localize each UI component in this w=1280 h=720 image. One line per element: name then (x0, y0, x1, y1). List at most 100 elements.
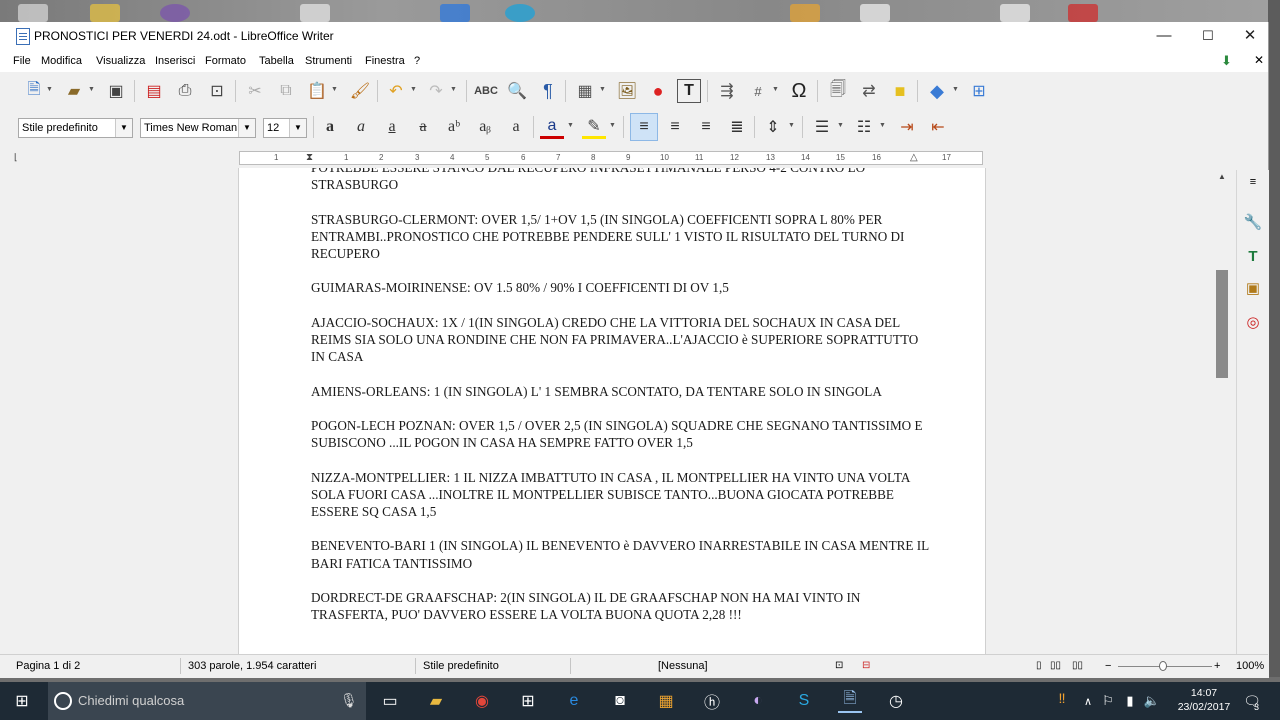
chevron-down-icon[interactable]: ▼ (567, 119, 575, 133)
desktop-icon[interactable] (90, 4, 120, 22)
document-body[interactable]: POTREBBE ESSERE STANCO DAL RECUPERO INFR… (311, 168, 931, 641)
bullet-list-icon[interactable]: ☰ (810, 115, 834, 139)
clone-formatting-icon[interactable]: 🖌 (348, 79, 372, 103)
wifi-icon[interactable]: ▮ (1118, 689, 1142, 713)
undo-icon[interactable]: ↶ (384, 79, 408, 103)
skype-icon[interactable]: S (792, 689, 816, 713)
font-color-icon[interactable]: a (540, 115, 564, 139)
action-center-icon[interactable]: 🗨 (1240, 689, 1264, 713)
numbered-list-icon[interactable]: ☷ (852, 115, 876, 139)
open-folder-icon[interactable]: ▰ (62, 79, 86, 103)
basic-shapes-icon[interactable]: ◆ (925, 79, 949, 103)
insert-footnote-icon[interactable]: ⇄ (857, 79, 881, 103)
eclipse-app-icon[interactable]: ◐ (746, 689, 770, 713)
horizontal-ruler[interactable]: 1 ⧗ 1 2 3 4 5 6 7 8 9 10 11 12 13 14 15 … (239, 151, 983, 165)
word-count[interactable]: 303 parole, 1.954 caratteri (188, 660, 316, 672)
chevron-down-icon[interactable]: ▼ (88, 83, 96, 97)
alert-app-icon[interactable]: ‼ (1050, 686, 1074, 710)
menu-tabella[interactable]: Tabella (259, 55, 294, 67)
desktop-icon[interactable] (1000, 4, 1030, 22)
redo-icon[interactable]: ↷ (424, 79, 448, 103)
new-document-icon[interactable]: 🗎 (22, 79, 46, 103)
desktop-icon[interactable] (860, 4, 890, 22)
decrease-indent-icon[interactable]: ⇤ (926, 115, 950, 139)
page-count[interactable]: Pagina 1 di 2 (16, 660, 80, 672)
print-icon[interactable]: ⎙ (173, 79, 197, 103)
file-explorer-icon[interactable]: ▰ (424, 689, 448, 713)
chevron-down-icon[interactable]: ▼ (238, 119, 255, 137)
paragraph[interactable]: DORDRECT-DE GRAAFSCHAP: 2(IN SINGOLA) IL… (311, 589, 931, 623)
chevron-down-icon[interactable]: ▼ (952, 83, 960, 97)
chevron-down-icon[interactable]: ▼ (115, 119, 132, 137)
chevron-down-icon[interactable]: ▼ (450, 83, 458, 97)
chevron-down-icon[interactable]: ▼ (599, 83, 607, 97)
menu-inserisci[interactable]: Inserisci (155, 55, 195, 67)
chevron-down-icon[interactable]: ▼ (331, 83, 339, 97)
paragraph-style-select[interactable]: Stile predefinito ▼ (18, 118, 133, 138)
insert-hyperlink-icon[interactable]: 🗐 (826, 79, 850, 103)
scroll-up-icon[interactable]: ▲ (1214, 170, 1230, 184)
page-style[interactable]: Stile predefinito (423, 660, 499, 672)
show-draw-functions-icon[interactable]: ⊞ (967, 79, 991, 103)
italic-icon[interactable]: a (349, 115, 373, 139)
menu-formato[interactable]: Formato (205, 55, 246, 67)
close-document-icon[interactable]: ✕ (1254, 53, 1264, 67)
save-icon[interactable]: ▣ (104, 79, 128, 103)
menu-help[interactable]: ? (414, 55, 420, 67)
media-app-icon[interactable]: ◙ (608, 689, 632, 713)
scrollbar-thumb[interactable] (1216, 270, 1228, 378)
insert-text-box-icon[interactable]: T (677, 79, 701, 103)
highlight-color-icon[interactable]: ✎ (582, 115, 606, 139)
special-character-icon[interactable]: Ω (787, 79, 811, 103)
chevron-down-icon[interactable]: ▼ (879, 119, 887, 133)
chevron-down-icon[interactable]: ▼ (410, 83, 418, 97)
indent-marker-icon[interactable]: ⧗ (306, 152, 313, 163)
chevron-down-icon[interactable]: ▼ (46, 83, 54, 97)
volume-icon[interactable]: 🔈 (1140, 689, 1164, 713)
chevron-down-icon[interactable]: ▼ (609, 119, 617, 133)
chevron-down-icon[interactable]: ▼ (837, 119, 845, 133)
chevron-down-icon[interactable]: ▼ (788, 119, 796, 133)
book-view-icon[interactable]: ▯▯ (1072, 660, 1083, 671)
desktop-icon[interactable] (440, 4, 470, 22)
task-view-icon[interactable]: ▭ (378, 689, 402, 713)
underline-icon[interactable]: a (380, 115, 404, 139)
chrome-icon[interactable]: ◉ (470, 689, 494, 713)
paragraph[interactable]: STRASBURGO-CLERMONT: OVER 1,5/ 1+OV 1,5 … (311, 211, 931, 263)
windows-start-icon[interactable]: ⊞ (10, 689, 34, 713)
insert-table-icon[interactable]: ▦ (573, 79, 597, 103)
zoom-slider-handle[interactable] (1159, 661, 1167, 671)
maximize-button[interactable]: ☐ (1186, 22, 1230, 50)
paragraph[interactable]: NIZZA-MONTPELLIER: 1 IL NIZZA IMBATTUTO … (311, 469, 931, 521)
align-right-icon[interactable]: ≡ (694, 115, 718, 139)
vertical-scrollbar[interactable]: ▲ ▼ (1214, 170, 1230, 678)
menu-modifica[interactable]: Modifica (41, 55, 82, 67)
styles-icon[interactable]: T (1241, 244, 1265, 268)
spelling-icon[interactable]: ABC (474, 79, 498, 103)
align-center-icon[interactable]: ≡ (663, 115, 687, 139)
insert-comment-icon[interactable]: ■ (888, 79, 912, 103)
cut-icon[interactable]: ✂ (243, 79, 267, 103)
increase-indent-icon[interactable]: ⇥ (895, 115, 919, 139)
text-language[interactable]: [Nessuna] (658, 660, 708, 672)
formatting-marks-icon[interactable]: ¶ (536, 79, 560, 103)
menu-finestra[interactable]: Finestra (365, 55, 405, 67)
clock-app-icon[interactable]: ◷ (884, 689, 908, 713)
minimize-button[interactable]: — (1142, 22, 1186, 50)
insert-chart-icon[interactable]: ● (646, 79, 670, 103)
tab-stop-icon[interactable]: ⌊ (14, 152, 18, 163)
sidebar-menu-icon[interactable]: ≡ (1241, 170, 1265, 194)
paragraph[interactable]: BENEVENTO-BARI 1 (IN SINGOLA) IL BENEVEN… (311, 537, 931, 571)
paragraph[interactable]: AMIENS-ORLEANS: 1 (IN SINGOLA) L' 1 SEMB… (311, 383, 931, 400)
find-replace-icon[interactable]: 🔍 (505, 79, 529, 103)
document-modified-icon[interactable]: ⊟ (862, 660, 870, 671)
edge-icon[interactable]: e (562, 689, 586, 713)
desktop-icon[interactable] (300, 4, 330, 22)
update-download-icon[interactable]: ⬇ (1221, 53, 1232, 69)
insert-field-icon[interactable]: # (746, 79, 770, 103)
menu-strumenti[interactable]: Strumenti (305, 55, 352, 67)
single-page-view-icon[interactable]: ▯ (1036, 660, 1042, 671)
insert-mode-icon[interactable]: ⊡ (835, 660, 843, 671)
subscript-icon[interactable]: aᵦ (473, 115, 497, 139)
strikethrough-icon[interactable]: a (411, 115, 435, 139)
